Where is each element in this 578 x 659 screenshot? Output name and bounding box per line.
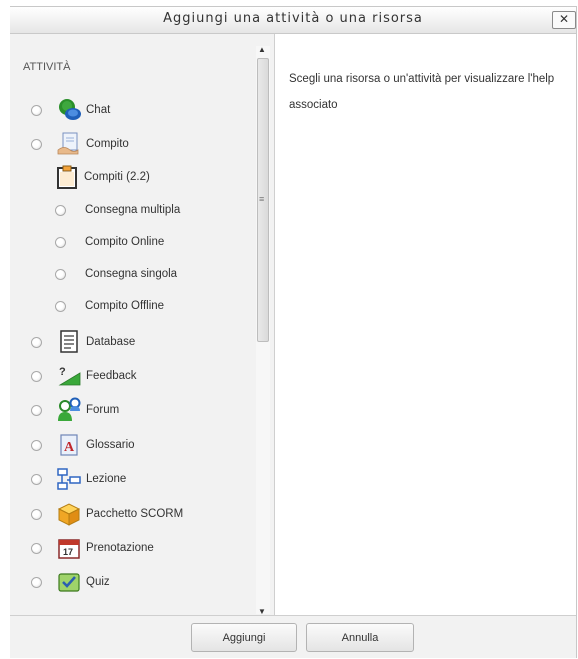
forum-icon bbox=[58, 397, 81, 421]
list-item-compito[interactable]: Compito bbox=[10, 129, 129, 159]
calendar-icon: 17 bbox=[58, 539, 80, 559]
list-item-quiz[interactable]: Quiz bbox=[10, 567, 110, 597]
dialog-footer: Aggiungi Annulla bbox=[10, 615, 576, 658]
section-title-activities: ATTIVITÀ bbox=[23, 61, 71, 73]
list-item-label: Chat bbox=[86, 104, 111, 116]
list-scrollbar[interactable]: ▲ ≡ ▼ bbox=[256, 45, 270, 615]
radio-chat[interactable] bbox=[31, 104, 42, 116]
cancel-button[interactable]: Annulla bbox=[306, 623, 414, 652]
svg-text:?: ? bbox=[59, 366, 66, 378]
list-item-label: Glossario bbox=[86, 439, 135, 451]
scroll-down-arrow-icon[interactable]: ▼ bbox=[258, 607, 266, 615]
grip-icon: ≡ bbox=[259, 194, 265, 204]
radio-compito-online[interactable] bbox=[55, 236, 66, 248]
dialog-title: Aggiungi una attività o una risorsa bbox=[163, 11, 423, 26]
radio-consegna-singola[interactable] bbox=[55, 268, 66, 280]
radio-database[interactable] bbox=[31, 336, 42, 348]
radio-forum[interactable] bbox=[31, 404, 42, 416]
radio-feedback[interactable] bbox=[31, 370, 42, 382]
quiz-icon bbox=[58, 573, 80, 592]
list-item-consegna-singola[interactable]: Consegna singola bbox=[10, 259, 177, 289]
radio-lezione[interactable] bbox=[31, 473, 42, 485]
list-item-glossario[interactable]: A Glossario bbox=[10, 430, 135, 460]
scorm-icon bbox=[57, 503, 81, 526]
svg-text:17: 17 bbox=[63, 547, 73, 557]
list-item-scorm[interactable]: Pacchetto SCORM bbox=[10, 499, 183, 529]
title-bar: Aggiungi una attività o una risorsa ✕ bbox=[10, 7, 576, 34]
list-item-label: Compito Online bbox=[85, 236, 165, 248]
list-item-database[interactable]: Database bbox=[10, 327, 135, 357]
list-item-label: Forum bbox=[86, 404, 120, 416]
list-item-label: Compiti (2.2) bbox=[84, 171, 150, 183]
list-item-feedback[interactable]: ? Feedback bbox=[10, 361, 137, 391]
list-item-label: Database bbox=[86, 336, 136, 348]
list-item-label: Pacchetto SCORM bbox=[86, 508, 184, 520]
list-item-label: Consegna singola bbox=[85, 268, 178, 280]
list-item-compito-online[interactable]: Compito Online bbox=[10, 227, 164, 257]
svg-text:A: A bbox=[64, 440, 75, 455]
close-button[interactable]: ✕ bbox=[552, 11, 576, 29]
list-item-label: Compito bbox=[86, 138, 129, 150]
list-item-label: Quiz bbox=[86, 576, 110, 588]
radio-compito-offline[interactable] bbox=[55, 300, 66, 312]
chat-icon bbox=[59, 99, 81, 120]
list-item-label: Feedback bbox=[86, 370, 137, 382]
scroll-up-arrow-icon[interactable]: ▲ bbox=[258, 45, 266, 54]
radio-scorm[interactable] bbox=[31, 508, 42, 520]
list-item-consegna-multipla[interactable]: Consegna multipla bbox=[10, 195, 180, 225]
list-item-label: Consegna multipla bbox=[85, 204, 181, 216]
list-item-prenotazione[interactable]: 17 Prenotazione bbox=[10, 533, 154, 563]
activity-chooser-dialog: Aggiungi una attività o una risorsa ✕ AT… bbox=[10, 6, 577, 658]
add-button[interactable]: Aggiungi bbox=[191, 623, 297, 652]
list-item-compiti-22: Compiti (2.2) bbox=[10, 162, 150, 192]
radio-consegna-multipla[interactable] bbox=[55, 204, 66, 216]
list-item-compito-offline[interactable]: Compito Offline bbox=[10, 291, 164, 321]
list-item-chat[interactable]: Chat bbox=[10, 95, 110, 125]
activity-list-panel: ATTIVITÀ Chat Compito Compiti (2.2) Cons… bbox=[10, 34, 275, 615]
list-item-label: Lezione bbox=[86, 473, 127, 485]
radio-quiz[interactable] bbox=[31, 576, 42, 588]
scrollbar-thumb[interactable]: ≡ bbox=[257, 58, 269, 342]
help-text: Scegli una risorsa o un'attività per vis… bbox=[289, 73, 555, 111]
list-item-lezione[interactable]: Lezione bbox=[10, 464, 126, 494]
lesson-icon bbox=[57, 468, 81, 490]
list-item-label: Prenotazione bbox=[86, 542, 154, 554]
assignment-group-icon bbox=[57, 165, 77, 189]
help-panel: Scegli una risorsa o un'attività per vis… bbox=[275, 34, 576, 615]
radio-prenotazione[interactable] bbox=[31, 542, 42, 554]
assignment-icon bbox=[57, 132, 79, 155]
database-icon bbox=[60, 330, 78, 353]
list-item-forum[interactable]: Forum bbox=[10, 395, 119, 425]
glossary-icon: A bbox=[60, 434, 78, 456]
radio-compito[interactable] bbox=[31, 138, 42, 150]
radio-glossario[interactable] bbox=[31, 439, 42, 451]
list-item-label: Compito Offline bbox=[85, 300, 165, 312]
feedback-icon: ? bbox=[58, 366, 81, 386]
